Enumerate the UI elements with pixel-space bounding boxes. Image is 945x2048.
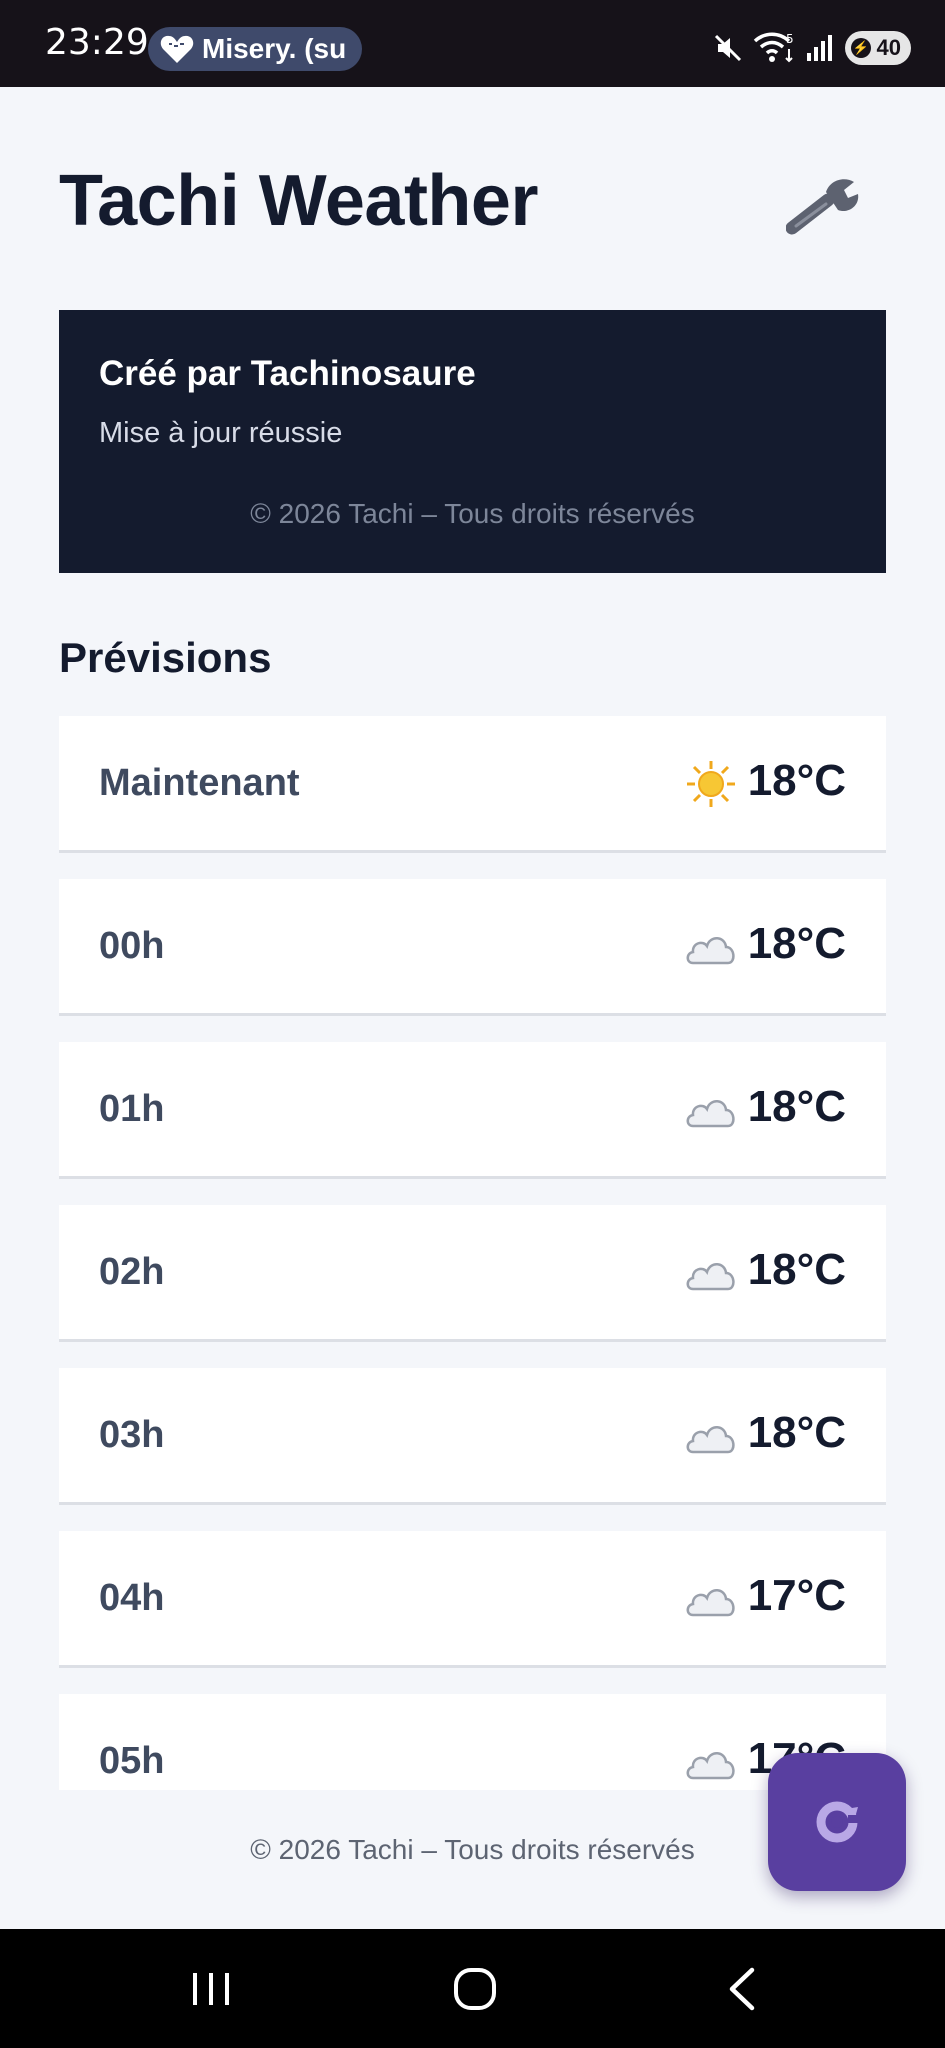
- forecast-time: 05h: [99, 1740, 165, 1782]
- update-status: Mise à jour réussie: [99, 417, 343, 449]
- home-icon: [454, 1968, 496, 2010]
- cloud-icon: [686, 1752, 735, 1780]
- forecast-list[interactable]: Maintenant 18°C 00h 18°C 01h 18°C 02h 18…: [59, 716, 886, 1790]
- forecast-row[interactable]: 02h 18°C: [59, 1205, 886, 1342]
- cloud-icon: [686, 937, 735, 965]
- forecast-temperature: 18°C: [747, 1082, 846, 1131]
- cloud-icon: [686, 1589, 735, 1617]
- forecast-temperature: 18°C: [747, 1245, 846, 1294]
- mute-icon: [714, 34, 742, 62]
- forecast-row[interactable]: 05h 17°C: [59, 1694, 886, 1790]
- info-card-copyright: © 2026 Tachi – Tous droits réservés: [250, 498, 695, 529]
- forecast-time: 03h: [99, 1414, 165, 1456]
- status-bar: 23:29 Misery. (su 5 ⚡ 40: [0, 0, 945, 87]
- forecast-temperature: 17°C: [747, 1571, 846, 1620]
- forecast-time: 01h: [99, 1088, 165, 1130]
- refresh-button[interactable]: [768, 1753, 906, 1891]
- forecast-row[interactable]: 01h 18°C: [59, 1042, 886, 1179]
- battery-saver-icon: ⚡: [851, 38, 871, 58]
- wifi-icon: 5: [753, 32, 794, 63]
- forecast-time: 02h: [99, 1251, 165, 1293]
- navigation-bar: [0, 1929, 945, 2048]
- forecast-temperature: 18°C: [747, 919, 846, 968]
- battery-level: 40: [876, 35, 901, 60]
- cloud-icon: [686, 1263, 735, 1291]
- wifi-badge: 5: [786, 32, 794, 46]
- wrench-icon[interactable]: [786, 170, 866, 240]
- back-button[interactable]: [712, 1959, 772, 2019]
- media-pill[interactable]: Misery. (su: [148, 27, 362, 71]
- home-button[interactable]: [445, 1959, 505, 2019]
- media-pill-text: Misery. (su: [202, 33, 347, 64]
- info-card: Créé par Tachinosaure Mise à jour réussi…: [59, 310, 886, 573]
- forecast-temperature: 18°C: [747, 756, 846, 805]
- forecast-time: 00h: [99, 925, 165, 967]
- recents-button[interactable]: [181, 1959, 241, 2019]
- status-icons: 5 ⚡ 40: [713, 28, 911, 68]
- heart-icon: [160, 35, 194, 63]
- forecast-row[interactable]: Maintenant 18°C: [59, 716, 886, 853]
- back-icon: [729, 1967, 755, 2011]
- info-card-title: Créé par Tachinosaure: [99, 354, 476, 393]
- signal-icon: [807, 35, 832, 61]
- cloud-icon: [686, 1426, 735, 1454]
- forecast-row[interactable]: 04h 17°C: [59, 1531, 886, 1668]
- recents-icon: [193, 1973, 229, 2005]
- cloud-icon: [686, 1100, 735, 1128]
- app-title: Tachi Weather: [59, 161, 538, 241]
- forecast-title: Prévisions: [59, 634, 272, 681]
- battery-indicator: ⚡ 40: [845, 31, 911, 65]
- forecast-time: 04h: [99, 1577, 165, 1619]
- refresh-icon: [816, 1801, 858, 1843]
- forecast-row[interactable]: 00h 18°C: [59, 879, 886, 1016]
- sun-icon: [687, 761, 735, 807]
- forecast-time: Maintenant: [99, 762, 300, 804]
- forecast-temperature: 18°C: [747, 1408, 846, 1457]
- status-time: 23:29: [45, 22, 149, 63]
- forecast-row[interactable]: 03h 18°C: [59, 1368, 886, 1505]
